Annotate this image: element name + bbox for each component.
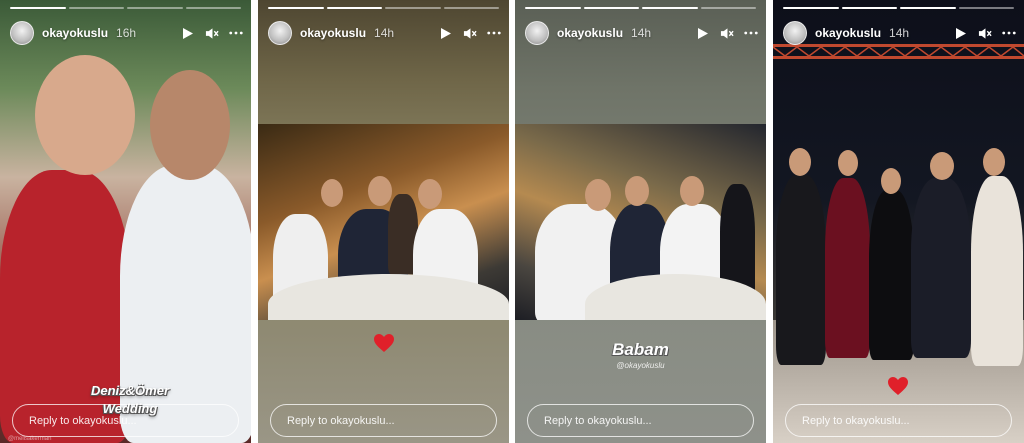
more-icon[interactable]: [1002, 26, 1016, 40]
progress-segment: [525, 7, 581, 9]
mute-icon[interactable]: [463, 26, 477, 40]
more-icon[interactable]: [487, 26, 501, 40]
person-head: [881, 168, 901, 194]
progress-segment: [127, 7, 183, 9]
story-card-2[interactable]: okayokuslu 14h Reply to okayokuslu...: [258, 0, 509, 443]
progress-segment: [841, 7, 897, 9]
story-card-4[interactable]: okayokuslu 14h Reply to okayokuslu...: [773, 0, 1024, 443]
person-head: [680, 176, 704, 206]
username[interactable]: okayokuslu: [42, 26, 108, 40]
avatar[interactable]: [783, 21, 807, 45]
more-icon[interactable]: [744, 26, 758, 40]
avatar[interactable]: [268, 21, 292, 45]
story-card-3[interactable]: okayokuslu 14h Babam @okayokuslu Reply t…: [515, 0, 766, 443]
username[interactable]: okayokuslu: [815, 26, 881, 40]
story-strip: okayokuslu 16h Deniz&Ömer Wedding Reply …: [0, 0, 1024, 443]
story-photo: [258, 124, 509, 320]
reply-input[interactable]: Reply to okayokuslu...: [12, 404, 239, 437]
story-header: okayokuslu 16h: [10, 20, 243, 46]
story-caption: Babam: [612, 340, 669, 359]
reply-input[interactable]: Reply to okayokuslu...: [785, 404, 1012, 437]
woman-head: [35, 55, 135, 175]
person-figure: [971, 176, 1023, 366]
play-icon[interactable]: [954, 26, 968, 40]
person-head: [321, 179, 343, 207]
avatar[interactable]: [525, 21, 549, 45]
reply-input[interactable]: Reply to okayokuslu...: [270, 404, 497, 437]
heart-icon: [373, 333, 395, 355]
story-card-1[interactable]: okayokuslu 16h Deniz&Ömer Wedding Reply …: [0, 0, 251, 443]
story-progress: [10, 7, 241, 9]
progress-segment: [642, 7, 698, 9]
story-progress: [525, 7, 756, 9]
person-figure: [825, 178, 870, 358]
avatar[interactable]: [10, 21, 34, 45]
more-icon[interactable]: [229, 26, 243, 40]
timestamp: 16h: [116, 26, 137, 40]
timestamp: 14h: [889, 26, 910, 40]
progress-segment: [268, 7, 324, 9]
mute-icon[interactable]: [205, 26, 219, 40]
story-header: okayokuslu 14h: [525, 20, 758, 46]
person-head: [368, 176, 392, 206]
reply-input[interactable]: Reply to okayokuslu...: [527, 404, 754, 437]
mute-icon[interactable]: [720, 26, 734, 40]
man-head: [150, 70, 230, 180]
play-icon[interactable]: [439, 26, 453, 40]
person-head: [930, 152, 954, 180]
story-progress: [783, 7, 1014, 9]
mute-icon[interactable]: [978, 26, 992, 40]
timestamp: 14h: [631, 26, 652, 40]
person-head: [625, 176, 649, 206]
story-photo: [515, 124, 766, 320]
person-head: [585, 179, 611, 211]
person-head: [789, 148, 811, 176]
progress-segment: [10, 7, 66, 9]
progress-segment: [385, 7, 441, 9]
person-figure: [911, 178, 971, 358]
username[interactable]: okayokuslu: [557, 26, 623, 40]
person-head: [418, 179, 442, 209]
progress-segment: [185, 7, 241, 9]
person-figure: [869, 190, 914, 360]
progress-segment: [326, 7, 382, 9]
play-icon[interactable]: [181, 26, 195, 40]
mention-sticker[interactable]: @okayokuslu: [515, 361, 766, 370]
person-head: [838, 150, 858, 176]
person-head: [983, 148, 1005, 176]
progress-segment: [958, 7, 1014, 9]
story-header: okayokuslu 14h: [268, 20, 501, 46]
story-progress: [268, 7, 499, 9]
progress-segment: [900, 7, 956, 9]
timestamp: 14h: [374, 26, 395, 40]
progress-segment: [68, 7, 124, 9]
heart-icon: [887, 376, 909, 398]
progress-segment: [443, 7, 499, 9]
play-icon[interactable]: [696, 26, 710, 40]
progress-segment: [783, 7, 839, 9]
watermark-text: @melisakerman: [8, 436, 52, 442]
progress-segment: [700, 7, 756, 9]
progress-segment: [583, 7, 639, 9]
username[interactable]: okayokuslu: [300, 26, 366, 40]
person-figure: [776, 175, 826, 365]
story-header: okayokuslu 14h: [783, 20, 1016, 46]
